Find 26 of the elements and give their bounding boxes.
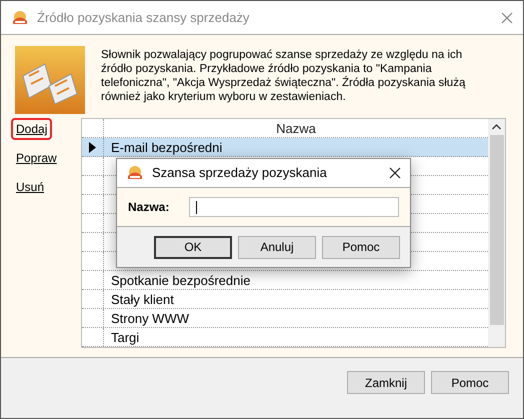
table-row[interactable]: Stały klient <box>82 290 488 309</box>
table-row[interactable]: Targi <box>82 328 488 347</box>
binder-icon <box>15 46 85 114</box>
logo-icon <box>11 10 29 26</box>
field-label: Nazwa: <box>128 199 170 216</box>
action-link[interactable]: Dodaj <box>11 118 52 140</box>
action-link[interactable]: Popraw <box>11 147 62 169</box>
action-link[interactable]: Usuń <box>11 176 50 198</box>
footer-button[interactable]: Zamknij <box>347 371 425 394</box>
name-input-field[interactable] <box>189 197 399 217</box>
dialog-title: Szansa sprzedaży pozyskania <box>152 164 327 182</box>
footer-button[interactable]: Pomoc <box>431 371 509 394</box>
table-row[interactable]: Spotkanie bezpośrednie <box>82 271 488 290</box>
logo-icon <box>126 165 144 181</box>
close-icon[interactable] <box>389 167 401 179</box>
table-row[interactable]: E-mail bezpośredni <box>82 138 488 157</box>
row-pointer-icon <box>89 142 96 152</box>
window-title: Źródło pozyskania szansy sprzedaży <box>37 8 250 27</box>
description-text: Słownik pozwalający pogrupować szanse sprzedaży ze względu na ich źródło pozyskania. Przykładowe źródło pozyskania to "Kampania telefoniczna", "Akcja Wysprzedaż świąteczna". Źródła pozyskania służą również jako kryterium wyboru w zestawieniach. <box>101 48 466 105</box>
dialog-button[interactable]: Pomoc <box>322 236 400 258</box>
dialog-button[interactable]: OK <box>154 236 232 258</box>
dialog-button[interactable]: Anuluj <box>238 236 316 258</box>
scroll-up-icon[interactable] <box>492 124 501 130</box>
scrollbar[interactable] <box>488 119 505 347</box>
column-header[interactable]: Nazwa <box>104 119 488 137</box>
table-row[interactable]: Strony WWW <box>82 309 488 328</box>
